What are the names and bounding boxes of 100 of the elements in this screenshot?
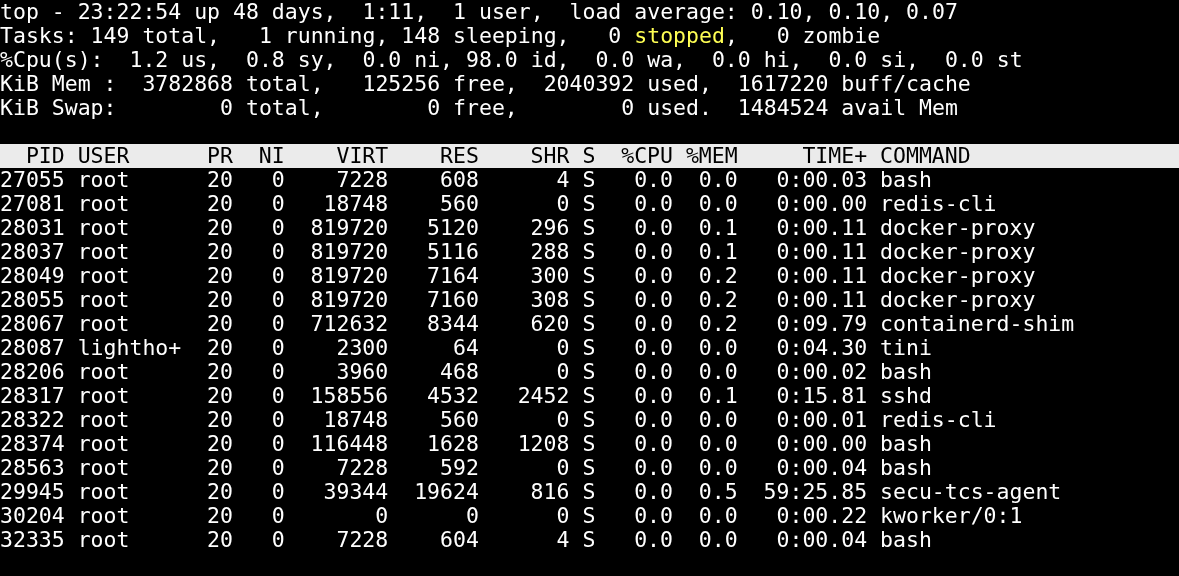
table-cell: S bbox=[582, 384, 596, 408]
table-cell-text: 0.0 bbox=[633, 216, 673, 240]
table-cell-text: root bbox=[77, 504, 131, 528]
column-header: RES bbox=[439, 144, 479, 168]
table-cell-text: 0.0 bbox=[633, 336, 673, 360]
table-cell-text: 20 bbox=[206, 312, 233, 336]
table-cell-text: root bbox=[77, 528, 131, 552]
table-cell-text: bash bbox=[880, 168, 933, 192]
table-cell-text: root bbox=[77, 408, 131, 432]
table-cell-text: bash bbox=[880, 528, 933, 552]
table-cell: 29945 bbox=[0, 480, 65, 504]
table-cell-text: 0 bbox=[464, 504, 479, 528]
table-cell: S bbox=[582, 312, 596, 336]
table-cell-text: 20 bbox=[206, 240, 233, 264]
table-cell-text: 0.0 bbox=[633, 192, 673, 216]
table-cell-text: 0:04.30 bbox=[775, 336, 868, 360]
table-cell-text: 0 bbox=[555, 456, 570, 480]
table-cell-text: 0.0 bbox=[633, 360, 673, 384]
table-cell-text: 1628 bbox=[426, 432, 479, 456]
table-cell-text: 0.5 bbox=[697, 480, 738, 504]
column-header: USER bbox=[77, 144, 131, 168]
table-cell-text: 0.0 bbox=[633, 312, 673, 336]
table-cell-text: 8344 bbox=[426, 312, 479, 336]
table-cell-text: 0:00.01 bbox=[775, 408, 868, 432]
table-cell-text: 4532 bbox=[426, 384, 479, 408]
table-cell-text: 0 bbox=[270, 408, 285, 432]
table-cell-text: 7160 bbox=[426, 288, 479, 312]
table-cell-text: 20 bbox=[206, 336, 233, 360]
table-cell-text: 116448 bbox=[309, 432, 389, 456]
table-cell-text: 0.0 bbox=[633, 528, 673, 552]
table-cell-text: tini bbox=[880, 336, 933, 360]
table-cell-text: secu-tcs-agent bbox=[880, 480, 1063, 504]
table-cell-text: 0:00.03 bbox=[775, 168, 868, 192]
table-cell: S bbox=[582, 336, 596, 360]
table-cell-text: bash bbox=[880, 432, 933, 456]
table-cell-text: 0.0 bbox=[633, 264, 673, 288]
table-cell: 28049 bbox=[0, 264, 65, 288]
table-cell: S bbox=[582, 504, 596, 528]
table-cell-text: 819720 bbox=[309, 216, 389, 240]
table-cell-text: sshd bbox=[880, 384, 933, 408]
table-cell-text: 816 bbox=[529, 480, 570, 504]
table-cell-text: 0:00.04 bbox=[775, 528, 868, 552]
table-cell-text: 0.0 bbox=[633, 480, 673, 504]
table-cell-text: 0.0 bbox=[633, 168, 673, 192]
summary-line: KiB Mem : 3782868 total, 125256 free, 2040392 used, 1617220 buff/cache bbox=[0, 72, 971, 96]
table-cell: 28055 bbox=[0, 288, 65, 312]
table-cell-text: 20 bbox=[206, 168, 233, 192]
table-cell-text: 64 bbox=[451, 336, 479, 360]
table-cell-text: 0:00.00 bbox=[775, 432, 868, 456]
table-cell-text: 0.0 bbox=[697, 456, 738, 480]
table-cell-text: 560 bbox=[439, 408, 479, 432]
table-cell-text: docker-proxy bbox=[880, 216, 1037, 240]
table-cell: S bbox=[582, 528, 596, 552]
table-cell-text: 0.0 bbox=[697, 432, 738, 456]
column-header: SHR bbox=[529, 144, 570, 168]
table-cell-text: 7164 bbox=[426, 264, 479, 288]
table-cell-text: 0.1 bbox=[697, 216, 738, 240]
table-cell-text: 0 bbox=[270, 336, 285, 360]
table-cell-text: 18748 bbox=[322, 408, 389, 432]
table-cell-text: 300 bbox=[529, 264, 570, 288]
table-cell-text: 0 bbox=[555, 336, 570, 360]
column-header: VIRT bbox=[335, 144, 389, 168]
table-cell-text: 20 bbox=[206, 408, 233, 432]
table-cell-text: 0.0 bbox=[633, 288, 673, 312]
table-cell-text: 0.0 bbox=[697, 360, 738, 384]
table-cell-text: 0 bbox=[270, 360, 285, 384]
table-cell: lightho+ bbox=[77, 336, 182, 360]
table-cell-text: 7228 bbox=[335, 528, 389, 552]
table-cell-text: 158556 bbox=[309, 384, 389, 408]
table-cell: 27081 bbox=[0, 192, 65, 216]
table-cell-text: 0.0 bbox=[697, 168, 738, 192]
column-header: TIME+ bbox=[801, 144, 868, 168]
table-cell-text: 608 bbox=[439, 168, 479, 192]
table-cell-text: 2300 bbox=[335, 336, 389, 360]
table-cell-text: kworker/0:1 bbox=[880, 504, 1024, 528]
table-cell-text: 0:00.11 bbox=[775, 216, 868, 240]
table-cell-text: 0 bbox=[555, 408, 570, 432]
table-cell: S bbox=[582, 408, 596, 432]
table-cell: S bbox=[582, 480, 596, 504]
table-cell-text: root bbox=[77, 264, 131, 288]
table-cell-text: 0 bbox=[374, 504, 389, 528]
table-cell-text: 3960 bbox=[335, 360, 389, 384]
summary-line: top - 23:22:54 up 48 days, 1:11, 1 user, load average: 0.10, 0.10, 0.07 bbox=[0, 0, 958, 24]
table-cell-text: 0.0 bbox=[697, 192, 738, 216]
table-cell-text: 20 bbox=[206, 384, 233, 408]
summary-line: KiB Swap: 0 total, 0 free, 0 used. 1484524 avail Mem bbox=[0, 96, 958, 120]
table-cell: S bbox=[582, 192, 596, 216]
table-cell: 28563 bbox=[0, 456, 65, 480]
column-header: %CPU bbox=[620, 144, 673, 168]
table-cell-text: 819720 bbox=[309, 240, 389, 264]
table-cell-text: 7228 bbox=[335, 168, 389, 192]
column-header: NI bbox=[257, 144, 285, 168]
table-cell-text: 0:00.11 bbox=[775, 288, 868, 312]
table-cell-text: 20 bbox=[206, 480, 233, 504]
table-cell-text: 0 bbox=[270, 528, 285, 552]
table-cell-text: 0:00.02 bbox=[775, 360, 868, 384]
table-cell-text: root bbox=[77, 480, 131, 504]
table-cell: S bbox=[582, 432, 596, 456]
table-cell: S bbox=[582, 240, 596, 264]
table-cell-text: 2452 bbox=[516, 384, 570, 408]
